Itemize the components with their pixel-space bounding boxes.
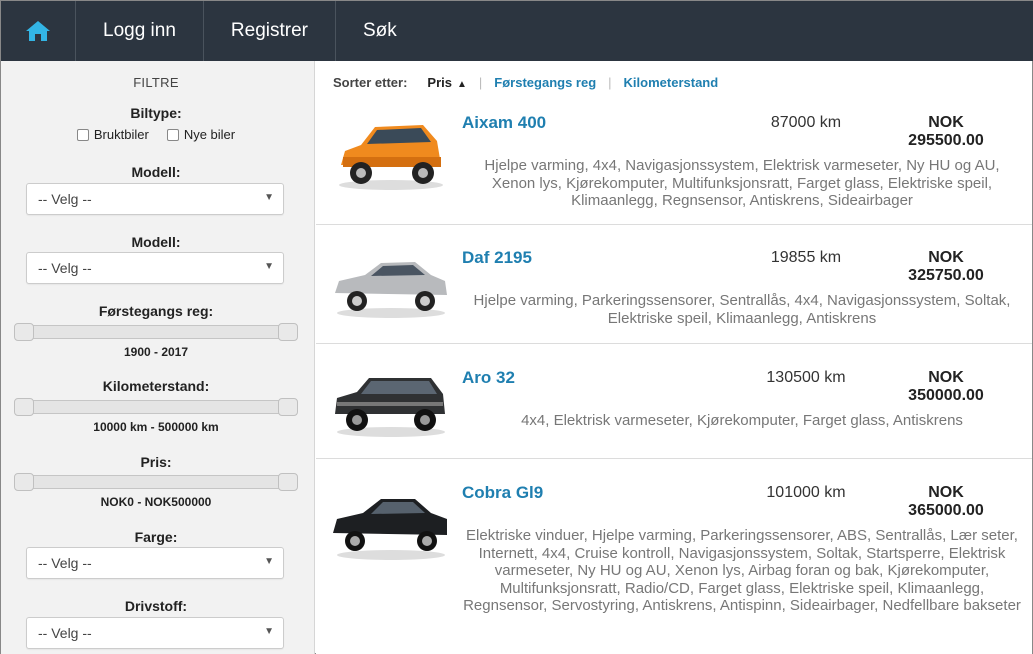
car-title[interactable]: Aro 32 xyxy=(462,368,515,388)
farge-select[interactable]: -- Velg -- ▼ xyxy=(26,547,284,579)
pris-slider[interactable] xyxy=(14,473,298,491)
select-value: -- Velg -- xyxy=(38,625,92,641)
checkbox-label: Bruktbiler xyxy=(93,127,149,142)
caret-down-icon: ▼ xyxy=(264,192,274,203)
home-button[interactable] xyxy=(1,1,76,61)
nav-login[interactable]: Logg inn xyxy=(76,1,204,61)
car-photo[interactable] xyxy=(331,362,449,442)
kilometer-slider[interactable] xyxy=(14,398,298,416)
sort-bar: Sorter etter: Pris ▲ | Førstegangs reg | … xyxy=(333,75,718,90)
car-price: NOK 350000.00 xyxy=(876,369,1016,405)
car-km: 87000 km xyxy=(770,114,842,131)
car-km: 130500 km xyxy=(766,369,846,386)
select-value: -- Velg -- xyxy=(38,191,92,207)
car-km: 19855 km xyxy=(770,249,842,266)
sort-ascending-icon: ▲ xyxy=(457,79,467,90)
listing-item[interactable]: Aro 32 130500 km NOK 350000.00 4x4, Elek… xyxy=(316,344,1032,459)
sort-forstegangs[interactable]: Førstegangs reg xyxy=(494,75,596,90)
slider-handle-max[interactable] xyxy=(278,473,298,491)
checkbox-box[interactable] xyxy=(166,128,179,141)
price-currency: NOK xyxy=(928,369,964,386)
forstegangs-label: Førstegangs reg: xyxy=(98,303,214,319)
caret-down-icon: ▼ xyxy=(264,261,274,272)
price-currency: NOK xyxy=(928,484,964,501)
slider-handle-min[interactable] xyxy=(14,398,34,416)
sort-separator: | xyxy=(478,75,483,90)
price-value: 350000.00 xyxy=(908,387,984,404)
checkbox-label: Nye biler xyxy=(183,127,236,142)
sort-pris[interactable]: Pris ▲ xyxy=(427,75,466,90)
price-currency: NOK xyxy=(928,249,964,266)
modell-label-2: Modell: xyxy=(131,234,181,250)
listing-item[interactable]: Aixam 400 87000 km NOK 295500.00 Hjelpe … xyxy=(316,101,1032,225)
biltype-options: Bruktbiler Nye biler xyxy=(1,127,311,142)
nav-register[interactable]: Registrer xyxy=(204,1,336,61)
home-icon xyxy=(26,21,50,41)
pris-range: NOK0 - NOK500000 xyxy=(100,495,212,509)
slider-handle-max[interactable] xyxy=(278,323,298,341)
sort-separator: | xyxy=(608,75,612,90)
forstegangs-slider[interactable] xyxy=(14,323,298,341)
sort-kilometer[interactable]: Kilometerstand xyxy=(624,75,719,90)
select-value: -- Velg -- xyxy=(38,555,92,571)
car-km: 101000 km xyxy=(766,484,846,501)
biltype-label: Biltype: xyxy=(130,105,182,121)
pris-label: Pris: xyxy=(140,454,172,470)
farge-label: Farge: xyxy=(134,529,178,545)
checkbox-box[interactable] xyxy=(76,128,89,141)
car-photo[interactable] xyxy=(331,245,449,325)
car-price: NOK 325750.00 xyxy=(876,249,1016,285)
select-value: -- Velg -- xyxy=(38,260,92,276)
modell-select-2[interactable]: -- Velg -- ▼ xyxy=(26,252,284,284)
car-title[interactable]: Daf 2195 xyxy=(462,248,532,268)
slider-handle-min[interactable] xyxy=(14,473,34,491)
results-panel: Sorter etter: Pris ▲ | Førstegangs reg | … xyxy=(316,61,1032,654)
car-title[interactable]: Cobra Gl9 xyxy=(462,483,543,503)
car-features: Hjelpe varming, Parkeringssensorer, Sent… xyxy=(473,292,1011,327)
car-features: 4x4, Elektrisk varmeseter, Kjørekomputer… xyxy=(521,412,963,429)
nav-search[interactable]: Søk xyxy=(336,1,424,61)
price-value: 295500.00 xyxy=(908,132,984,149)
car-features: Hjelpe varming, 4x4, Navigasjonssystem, … xyxy=(484,157,1000,209)
filter-title: FILTRE xyxy=(133,75,179,90)
listing-item[interactable]: Daf 2195 19855 km NOK 325750.00 Hjelpe v… xyxy=(316,225,1032,344)
drivstoff-select[interactable]: -- Velg -- ▼ xyxy=(26,617,284,649)
modell-select[interactable]: -- Velg -- ▼ xyxy=(26,183,284,215)
kilometer-label: Kilometerstand: xyxy=(102,378,210,394)
price-value: 365000.00 xyxy=(908,502,984,519)
kilometer-range: 10000 km - 500000 km xyxy=(93,420,219,434)
price-currency: NOK xyxy=(928,114,964,131)
car-photo[interactable] xyxy=(331,487,449,567)
price-value: 325750.00 xyxy=(908,267,984,284)
caret-down-icon: ▼ xyxy=(264,626,274,637)
filter-sidebar: FILTRE Biltype: Bruktbiler Nye biler Mod… xyxy=(1,61,315,654)
car-price: NOK 295500.00 xyxy=(876,114,1016,150)
car-photo[interactable] xyxy=(331,113,449,193)
car-title[interactable]: Aixam 400 xyxy=(462,113,546,133)
listing-item[interactable]: Cobra Gl9 101000 km NOK 365000.00 Elektr… xyxy=(316,459,1032,654)
forstegangs-range: 1900 - 2017 xyxy=(123,345,189,359)
slider-handle-max[interactable] xyxy=(278,398,298,416)
checkbox-nye-biler[interactable]: Nye biler xyxy=(166,127,236,142)
drivstoff-label: Drivstoff: xyxy=(124,598,188,614)
caret-down-icon: ▼ xyxy=(264,556,274,567)
car-features: Elektriske vinduer, Hjelpe varming, Park… xyxy=(463,527,1021,614)
sort-pris-label: Pris xyxy=(427,75,452,90)
car-price: NOK 365000.00 xyxy=(876,484,1016,520)
checkbox-bruktbiler[interactable]: Bruktbiler xyxy=(76,127,149,142)
sort-label: Sorter etter: xyxy=(333,75,408,90)
top-navbar: Logg inn Registrer Søk xyxy=(1,1,1033,61)
modell-label: Modell: xyxy=(131,164,181,180)
slider-handle-min[interactable] xyxy=(14,323,34,341)
